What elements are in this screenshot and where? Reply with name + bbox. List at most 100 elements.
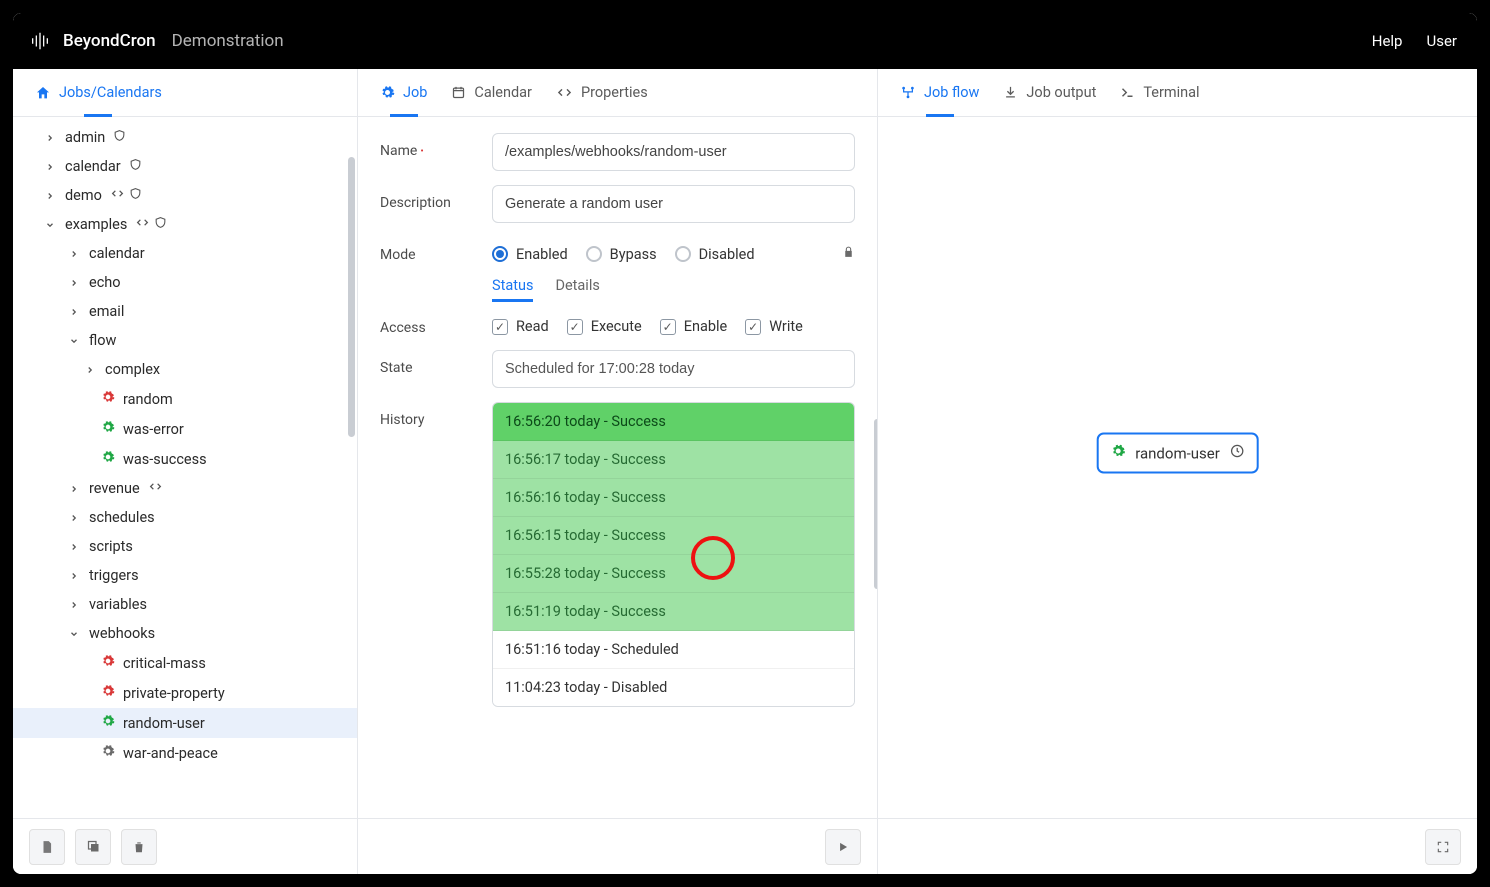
tree-folder-demo[interactable]: demo <box>13 181 357 210</box>
tree-item-critical-mass[interactable]: critical-mass <box>13 648 357 678</box>
radio-label: Disabled <box>699 246 755 263</box>
tree-folder-calendar[interactable]: calendar <box>13 239 357 268</box>
tree-item-private-property[interactable]: private-property <box>13 678 357 708</box>
tab-label: Job flow <box>924 84 979 101</box>
tree-item-random-user[interactable]: random-user <box>13 708 357 738</box>
chevron-icon <box>69 513 81 523</box>
tree-label: random <box>123 391 173 408</box>
brand-env: Demonstration <box>172 31 284 51</box>
tab-job[interactable]: Job <box>380 69 427 116</box>
mode-disabled[interactable]: Disabled <box>675 246 755 263</box>
tab-terminal[interactable]: Terminal <box>1120 69 1199 116</box>
access-execute[interactable]: Execute <box>567 318 642 335</box>
shield-icon <box>113 129 126 146</box>
tab-label: Calendar <box>474 84 532 101</box>
state-label: State <box>380 350 492 376</box>
tree-label: calendar <box>89 245 145 262</box>
history-item[interactable]: 16:51:19 today - Success <box>493 593 854 631</box>
copy-button[interactable] <box>75 829 111 865</box>
mode-enabled[interactable]: Enabled <box>492 246 568 263</box>
tree-folder-email[interactable]: email <box>13 297 357 326</box>
tab-job-flow[interactable]: Job flow <box>900 69 979 116</box>
tree-folder-triggers[interactable]: triggers <box>13 561 357 590</box>
history-item[interactable]: 16:56:17 today - Success <box>493 441 854 479</box>
inner-tab-details[interactable]: Details <box>555 277 599 302</box>
tree-folder-revenue[interactable]: revenue <box>13 474 357 503</box>
tree-label: private-property <box>123 685 225 702</box>
tree-label: email <box>89 303 124 320</box>
sidebar-header[interactable]: Jobs/Calendars <box>35 69 162 116</box>
middle-scrollbar[interactable] <box>874 419 877 589</box>
gear-icon <box>101 684 115 702</box>
history-item[interactable]: 11:04:23 today - Disabled <box>493 669 854 706</box>
tree-item-was-success[interactable]: was-success <box>13 444 357 474</box>
tree-label: was-error <box>123 421 184 438</box>
tree-folder-calendar[interactable]: calendar <box>13 152 357 181</box>
history-item[interactable]: 16:51:16 today - Scheduled <box>493 631 854 669</box>
tree-item-war-and-peace[interactable]: war-and-peace <box>13 738 357 768</box>
tab-job-output[interactable]: Job output <box>1003 69 1096 116</box>
shield-icon <box>154 216 167 233</box>
tree-folder-scripts[interactable]: scripts <box>13 532 357 561</box>
tree-folder-schedules[interactable]: schedules <box>13 503 357 532</box>
mode-label: Mode <box>380 237 492 263</box>
flow-node-random-user[interactable]: random-user <box>1096 433 1259 474</box>
inner-tab-status[interactable]: Status <box>492 277 533 302</box>
tree-folder-admin[interactable]: admin <box>13 123 357 152</box>
tree-item-was-error[interactable]: was-error <box>13 414 357 444</box>
radio-icon <box>586 246 602 262</box>
chevron-icon <box>45 191 57 201</box>
checkbox-icon <box>492 319 508 335</box>
mode-bypass[interactable]: Bypass <box>586 246 657 263</box>
right-panel: Job flow Job output Terminal random-user <box>878 69 1477 874</box>
name-label: Name• <box>380 133 492 159</box>
tree-folder-echo[interactable]: echo <box>13 268 357 297</box>
tree-folder-variables[interactable]: variables <box>13 590 357 619</box>
tree[interactable]: admincalendardemoexamplescalendarechoema… <box>13 117 357 818</box>
access-read[interactable]: Read <box>492 318 549 335</box>
tree-scrollbar[interactable] <box>348 157 355 437</box>
chevron-icon <box>69 307 81 317</box>
tree-folder-webhooks[interactable]: webhooks <box>13 619 357 648</box>
tab-icon <box>1120 85 1135 100</box>
history-item[interactable]: 16:56:20 today - Success <box>493 403 854 441</box>
tab-calendar[interactable]: Calendar <box>451 69 532 116</box>
help-link[interactable]: Help <box>1372 32 1403 50</box>
history-list: 16:56:20 today - Success16:56:17 today -… <box>492 402 855 707</box>
checkbox-icon <box>745 319 761 335</box>
right-toolbar <box>878 818 1477 874</box>
run-button[interactable] <box>825 829 861 865</box>
name-input[interactable] <box>492 133 855 171</box>
history-item[interactable]: 16:56:15 today - Success <box>493 517 854 555</box>
chevron-icon <box>69 484 81 494</box>
tree-label: echo <box>89 274 121 291</box>
tree-folder-examples[interactable]: examples <box>13 210 357 239</box>
tree-item-random[interactable]: random <box>13 384 357 414</box>
history-item[interactable]: 16:55:28 today - Success <box>493 555 854 593</box>
description-input[interactable] <box>492 185 855 223</box>
tab-properties[interactable]: Properties <box>556 69 648 116</box>
sidebar: Jobs/Calendars admincalendardemoexamples… <box>13 69 358 874</box>
access-write[interactable]: Write <box>745 318 803 335</box>
tab-icon <box>451 85 466 100</box>
tree-folder-flow[interactable]: flow <box>13 326 357 355</box>
delete-button[interactable] <box>121 829 157 865</box>
expand-button[interactable] <box>1425 829 1461 865</box>
tree-label: revenue <box>89 480 140 497</box>
radio-label: Bypass <box>610 246 657 263</box>
description-label: Description <box>380 185 492 211</box>
brand: BeyondCron Demonstration <box>29 30 284 52</box>
user-menu[interactable]: User <box>1426 32 1457 50</box>
new-item-button[interactable] <box>29 829 65 865</box>
tab-icon <box>556 85 573 100</box>
tab-label: Properties <box>581 84 648 101</box>
home-icon <box>35 85 51 101</box>
access-label: Access <box>380 310 492 336</box>
history-item[interactable]: 16:56:16 today - Success <box>493 479 854 517</box>
access-enable[interactable]: Enable <box>660 318 728 335</box>
tree-folder-complex[interactable]: complex <box>13 355 357 384</box>
tree-label: variables <box>89 596 147 613</box>
flow-canvas[interactable]: random-user <box>878 117 1477 818</box>
tab-icon <box>380 85 395 100</box>
chevron-icon <box>85 365 97 375</box>
